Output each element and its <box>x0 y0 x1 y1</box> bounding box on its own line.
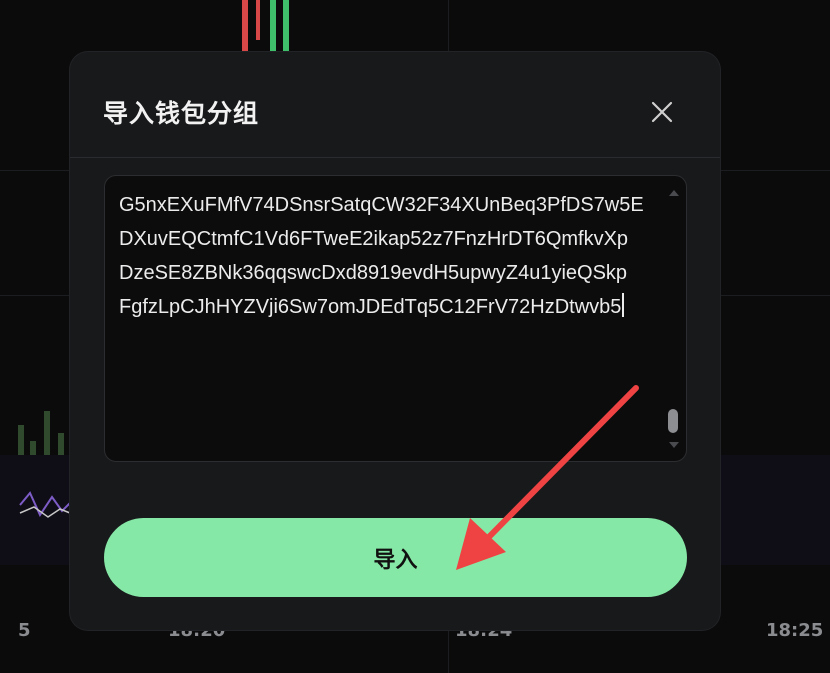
close-icon <box>651 101 673 123</box>
dialog-title: 导入钱包分组 <box>103 99 260 128</box>
candle <box>270 0 276 52</box>
address-line: DzeSE8ZBNk36qqswcDxd8919evdH5upwyZ4u1yie… <box>119 262 628 284</box>
import-button[interactable]: 导入 <box>104 518 687 597</box>
scrollbar-thumb[interactable] <box>668 409 678 433</box>
candle <box>283 0 289 52</box>
textarea-text: G5nxEXuFMfV74DSnsrSatqCW32F34XUnBeq3PfDS… <box>119 188 664 324</box>
scroll-down-arrow-icon[interactable] <box>669 442 679 448</box>
address-line: DXuvEQCtmfC1Vd6FTweE2ikap52z7FnzHrDT6Qmf… <box>119 228 629 250</box>
import-wallet-group-dialog: 导入钱包分组 G5nxEXuFMfV74DSnsrSatqCW32F34XUnB… <box>70 52 720 630</box>
volume-bar <box>44 411 50 461</box>
address-line: FgfzLpCJhHYZVji6Sw7omJDEdTq5C12FrV72HzDt… <box>119 296 622 318</box>
time-axis-label: 5 <box>18 620 31 641</box>
scroll-up-arrow-icon[interactable] <box>669 190 679 196</box>
candle <box>242 0 248 52</box>
dialog-header: 导入钱包分组 <box>70 52 720 158</box>
text-caret <box>622 293 624 317</box>
address-line: G5nxEXuFMfV74DSnsrSatqCW32F34XUnBeq3PfDS… <box>119 194 644 216</box>
time-axis-label: 18:25 <box>766 620 824 641</box>
candle <box>256 0 260 40</box>
wallet-address-textarea[interactable]: G5nxEXuFMfV74DSnsrSatqCW32F34XUnBeq3PfDS… <box>104 175 687 462</box>
close-button[interactable] <box>648 98 676 126</box>
